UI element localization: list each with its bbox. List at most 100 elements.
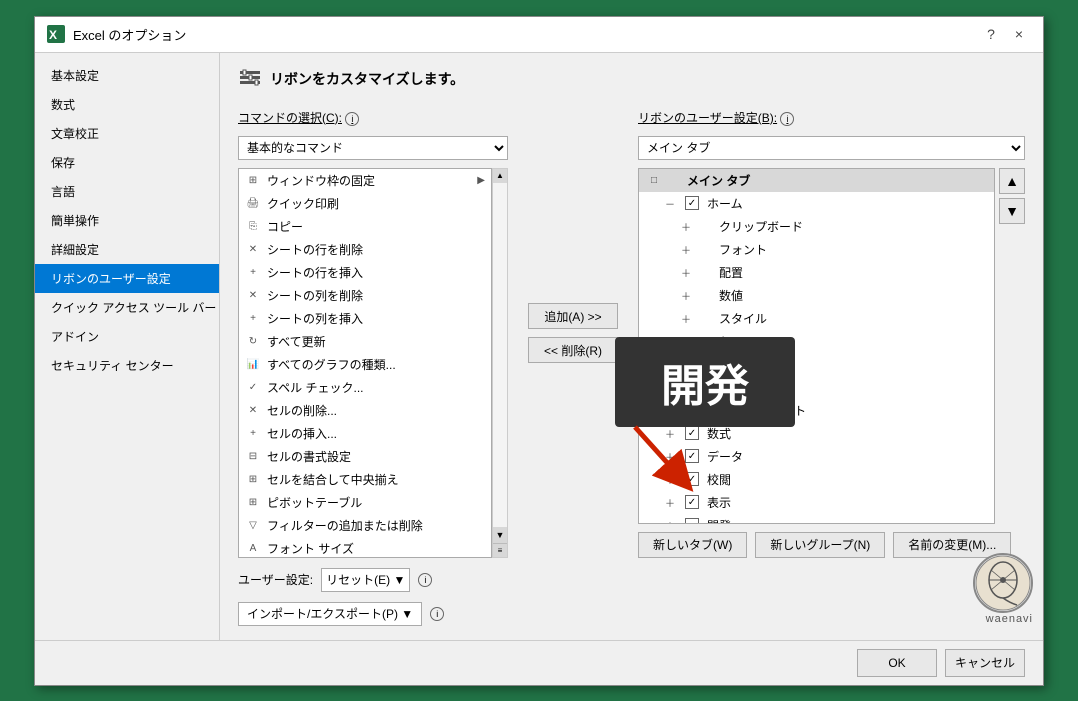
tree-expand-icon: ＋: [679, 311, 693, 326]
list-item[interactable]: ✓スペル チェック...: [239, 376, 491, 399]
list-item-label: ピボットテーブル: [267, 494, 362, 511]
list-item-label: コピー: [267, 218, 303, 235]
tree-expand-icon: ＋: [663, 449, 677, 464]
left-scrollbar[interactable]: ▲ ▼ ≡: [492, 168, 508, 558]
scroll-extra-btn[interactable]: ≡: [493, 543, 507, 557]
tree-checkbox[interactable]: [685, 518, 699, 524]
list-item[interactable]: ⊟セルの書式設定: [239, 445, 491, 468]
list-item[interactable]: 📊すべてのグラフの種類...: [239, 353, 491, 376]
list-item[interactable]: ⊞ウィンドウ枠の固定▶: [239, 169, 491, 192]
right-info-icon[interactable]: i: [780, 112, 794, 126]
import-export-row: インポート/エクスポート(P) ▼ i: [238, 602, 1025, 626]
new-tab-button[interactable]: 新しいタブ(W): [638, 532, 747, 558]
tree-item[interactable]: ＋スタイル: [639, 307, 994, 330]
list-item-icon: ⊞: [245, 172, 261, 188]
list-item-icon: ✕: [245, 287, 261, 303]
list-item-icon: ⎘: [245, 218, 261, 234]
list-item-label: フィルターの追加または削除: [267, 517, 423, 534]
tree-item[interactable]: ＋開発: [639, 514, 994, 524]
tree-expand-icon: －: [663, 196, 677, 211]
close-button[interactable]: ×: [1007, 22, 1031, 46]
reset-info-icon[interactable]: i: [418, 573, 432, 587]
tree-item[interactable]: ＋ フォント: [639, 238, 994, 261]
sidebar-item-spelling[interactable]: 文章校正: [35, 119, 219, 148]
list-item[interactable]: 🖨 クイック印刷: [239, 192, 491, 215]
add-button[interactable]: 追加(A) >>: [528, 303, 618, 329]
tree-item-label: フォント: [719, 241, 767, 258]
remove-button[interactable]: << 削除(R): [528, 337, 618, 363]
list-item[interactable]: ↻すべて更新: [239, 330, 491, 353]
down-button[interactable]: ▼: [999, 198, 1025, 224]
tree-expand-icon: ＋: [663, 426, 677, 441]
list-item[interactable]: +セルの挿入...: [239, 422, 491, 445]
tree-item-label: メイン タブ: [687, 172, 750, 189]
tree-item-label: ホーム: [707, 195, 743, 212]
list-item-icon: 🖨: [245, 195, 261, 211]
help-button[interactable]: ?: [979, 22, 1003, 46]
sidebar-item-language[interactable]: 言語: [35, 177, 219, 206]
list-item[interactable]: ✕ シートの列を削除: [239, 284, 491, 307]
tree-item[interactable]: ＋表示: [639, 491, 994, 514]
tree-expand-icon: ＋: [679, 219, 693, 234]
tree-item[interactable]: － ホーム: [639, 192, 994, 215]
reset-button[interactable]: リセット(E) ▼: [321, 568, 410, 592]
list-item[interactable]: ✕シートの行を削除: [239, 238, 491, 261]
sidebar-item-security[interactable]: セキュリティ センター: [35, 351, 219, 380]
cancel-button[interactable]: キャンセル: [945, 649, 1025, 677]
tree-item-label: 表示: [707, 494, 731, 511]
new-group-button[interactable]: 新しいグループ(N): [755, 532, 885, 558]
scroll-up-arrow[interactable]: ▲: [493, 169, 507, 183]
tree-checkbox[interactable]: [685, 196, 699, 210]
list-item[interactable]: ⎘ コピー: [239, 215, 491, 238]
import-export-button[interactable]: インポート/エクスポート(P) ▼: [238, 602, 422, 626]
tree-expand-icon: ＋: [679, 242, 693, 257]
tree-checkbox[interactable]: [685, 472, 699, 486]
list-item-label: シートの列を挿入: [267, 310, 363, 327]
tree-item[interactable]: ＋配置: [639, 261, 994, 284]
up-button[interactable]: ▲: [999, 168, 1025, 194]
left-info-icon[interactable]: i: [345, 112, 359, 126]
tree-item-label: 数値: [719, 287, 743, 304]
tree-item[interactable]: ＋データ: [639, 445, 994, 468]
tree-checkbox[interactable]: [685, 426, 699, 440]
callout-text: 開発: [661, 350, 749, 414]
right-panel: リボンのユーザー設定(B): i メイン タブ □メイン タブ－ホーム＋クリップ…: [638, 109, 1025, 558]
list-item-label: クイック印刷: [267, 195, 339, 212]
user-settings-row: ユーザー設定: リセット(E) ▼ i: [238, 568, 1025, 592]
list-item[interactable]: ⊞ ピボットテーブル: [239, 491, 491, 514]
tree-item-label: 校閲: [707, 471, 731, 488]
tree-item[interactable]: □メイン タブ: [639, 169, 994, 192]
tree-item[interactable]: ＋校閲: [639, 468, 994, 491]
list-item-icon: ✕: [245, 241, 261, 257]
list-item[interactable]: ⊞セルを結合して中央揃え: [239, 468, 491, 491]
right-dropdown-row: メイン タブ: [638, 136, 1025, 160]
list-item[interactable]: ✕セルの削除...: [239, 399, 491, 422]
list-item-icon: ↻: [245, 333, 261, 349]
tree-item[interactable]: ＋クリップボード: [639, 215, 994, 238]
list-item-label: セルの挿入...: [267, 425, 337, 442]
list-item[interactable]: +シートの行を挿入: [239, 261, 491, 284]
list-item-label: シートの列を削除: [267, 287, 363, 304]
sidebar-item-advanced[interactable]: 詳細設定: [35, 235, 219, 264]
sidebar-item-ribbon[interactable]: リボンのユーザー設定: [35, 264, 219, 293]
sidebar-item-addin[interactable]: アドイン: [35, 322, 219, 351]
ok-button[interactable]: OK: [857, 649, 937, 677]
sidebar-item-formula[interactable]: 数式: [35, 90, 219, 119]
right-dropdown[interactable]: メイン タブ: [638, 136, 1025, 160]
scroll-down-arrow[interactable]: ▼: [493, 527, 507, 543]
sidebar-item-ease[interactable]: 簡単操作: [35, 206, 219, 235]
tree-checkbox[interactable]: [685, 449, 699, 463]
sidebar-item-save[interactable]: 保存: [35, 148, 219, 177]
list-item[interactable]: ▽フィルターの追加または削除: [239, 514, 491, 537]
tree-expand-icon: ＋: [663, 518, 677, 524]
tree-item[interactable]: ＋数値: [639, 284, 994, 307]
import-info-icon[interactable]: i: [430, 607, 444, 621]
left-dropdown[interactable]: 基本的なコマンド: [238, 136, 508, 160]
list-item[interactable]: +シートの列を挿入: [239, 307, 491, 330]
sidebar-item-quickaccess[interactable]: クイック アクセス ツール バー: [35, 293, 219, 322]
tree-checkbox[interactable]: [685, 495, 699, 509]
sidebar-item-basic[interactable]: 基本設定: [35, 61, 219, 90]
list-item[interactable]: Aフォント サイズ: [239, 537, 491, 558]
list-item-icon: ⊞: [245, 494, 261, 510]
title-bar: X Excel のオプション ? ×: [35, 17, 1043, 53]
